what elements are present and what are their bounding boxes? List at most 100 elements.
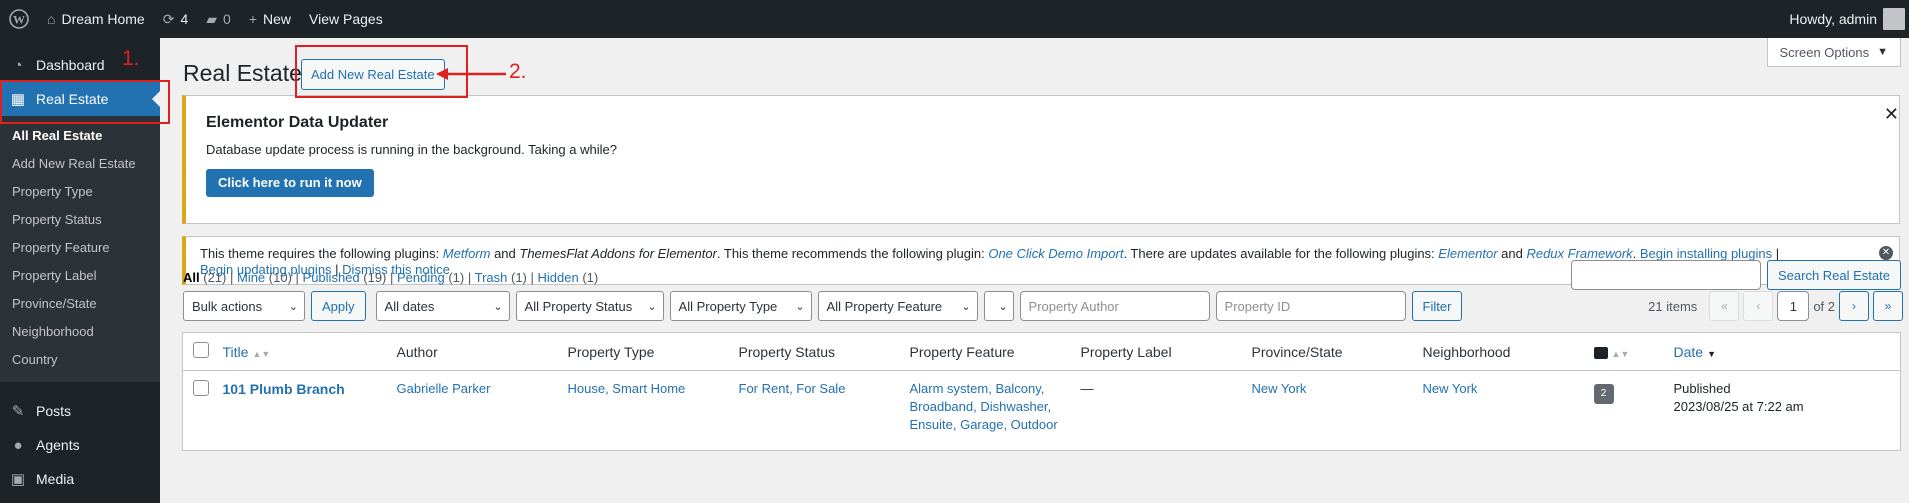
filter-button[interactable]: Filter [1411, 291, 1463, 321]
annotation-box-real-estate [0, 80, 170, 124]
row-checkbox[interactable] [193, 380, 209, 396]
view-pages-link[interactable]: View Pages [300, 0, 392, 38]
close-icon[interactable]: ✕ [1884, 104, 1899, 125]
screen-options-label: Screen Options [1779, 44, 1870, 60]
elementor-updater-notice: Elementor Data Updater Database update p… [182, 95, 1900, 224]
dashboard-icon: ◔ [13, 56, 23, 74]
submenu-item-property-type[interactable]: Property Type [0, 178, 160, 206]
search-box: Search Real Estate [1570, 260, 1901, 290]
select-all-checkbox[interactable] [193, 342, 209, 358]
menu-item-media[interactable]: ▣ Media [0, 462, 160, 496]
column-header-status: Property Status [728, 332, 900, 371]
property-type-select[interactable]: All Property Type ⌄ [669, 291, 812, 321]
bulk-actions-select[interactable]: Bulk actions ⌄ [183, 291, 305, 321]
property-status-link[interactable]: For Rent, For Sale [739, 381, 846, 396]
column-header-neighborhood: Neighborhood [1412, 332, 1584, 371]
plugin-link-one-click-demo[interactable]: One Click Demo Import [988, 246, 1123, 261]
feature-links[interactable]: Broadband, Dishwasher, [910, 398, 1061, 416]
run-updater-button[interactable]: Click here to run it now [206, 169, 374, 197]
submenu-item-add-new[interactable]: Add New Real Estate [0, 150, 160, 178]
property-author-input[interactable]: Property Author [1019, 291, 1210, 321]
submenu-item-property-label[interactable]: Property Label [0, 262, 160, 290]
howdy-label[interactable]: Howdy, admin [1789, 11, 1877, 27]
plugin-name: Elementor [1438, 246, 1498, 261]
notice-text: . [1632, 246, 1640, 261]
column-header-type: Property Type [557, 332, 729, 371]
submenu-item-property-status[interactable]: Property Status [0, 206, 160, 234]
plugin-name: Metform [442, 246, 491, 261]
feature-links[interactable]: Alarm system, Balcony, [910, 380, 1061, 398]
begin-installing-link[interactable]: Begin installing plugins [1640, 246, 1772, 261]
prev-page-button[interactable]: ‹ [1743, 291, 1774, 321]
pagination: 21 items « ‹ 1 of 2 › » [1648, 291, 1903, 321]
view-count: (1) [510, 270, 527, 285]
screen-options-button[interactable]: Screen Options ▼ [1766, 38, 1901, 67]
view-hidden[interactable]: Hidden [537, 270, 578, 285]
property-id-input[interactable]: Property ID [1215, 291, 1406, 321]
plugin-link-metform[interactable]: Metform [443, 246, 491, 261]
view-count: (1) [448, 270, 465, 285]
extra-filter-select[interactable]: ⌄ [983, 291, 1014, 321]
search-input[interactable] [1570, 260, 1761, 290]
admin-bar: W ⌂ Dream Home ⟳ 4 ▰ 0 + New View Pages … [0, 0, 1909, 38]
sort-by-title[interactable]: Title [223, 344, 249, 360]
wordpress-icon: W [9, 9, 29, 29]
plugin-link-elementor[interactable]: Elementor [1438, 246, 1497, 261]
view-count: (1) [582, 270, 599, 285]
next-page-button[interactable]: › [1839, 291, 1869, 321]
menu-item-agents[interactable]: ● Agents [0, 428, 160, 462]
province-link[interactable]: New York [1252, 381, 1307, 396]
author-link[interactable]: Gabrielle Parker [397, 381, 491, 396]
dismiss-icon[interactable]: ✕ [1879, 246, 1893, 260]
property-feature-select[interactable]: All Property Feature ⌄ [817, 291, 978, 321]
notice-title: Elementor Data Updater [206, 114, 389, 131]
column-header-province: Province/State [1241, 332, 1413, 371]
new-label: New [263, 11, 292, 27]
submenu-item-country[interactable]: Country [0, 346, 160, 374]
property-type-link[interactable]: House, Smart Home [568, 381, 686, 396]
submenu-item-all-real-estate[interactable]: All Real Estate [0, 122, 160, 150]
annotation-step-2: 2. [509, 60, 527, 83]
view-published[interactable]: Published [303, 270, 360, 285]
sort-by-date[interactable]: Date [1674, 344, 1704, 360]
new-content-link[interactable]: + New [240, 0, 300, 38]
menu-label-agents: Agents [36, 437, 80, 453]
select-value: All Property Status [524, 298, 633, 314]
search-button[interactable]: Search Real Estate [1766, 260, 1901, 290]
feature-links[interactable]: Ensuite, Garage, Outdoor [910, 416, 1061, 434]
submenu-item-province-state[interactable]: Province/State [0, 290, 160, 318]
property-status-select[interactable]: All Property Status ⌄ [515, 291, 664, 321]
view-pending[interactable]: Pending [397, 270, 445, 285]
row-title-link[interactable]: 101 Plumb Branch [223, 381, 345, 397]
comment-count-badge[interactable]: 2 [1593, 384, 1614, 404]
notice-message: Database update process is running in th… [206, 142, 617, 157]
site-name-link[interactable]: ⌂ Dream Home [38, 0, 154, 38]
wordpress-logo[interactable]: W [0, 0, 38, 38]
first-page-button[interactable]: « [1709, 291, 1740, 321]
dates-select[interactable]: All dates ⌄ [375, 291, 510, 321]
plugin-link-redux[interactable]: Redux Framework [1526, 246, 1632, 261]
caret-down-icon: ▼ [1877, 46, 1888, 58]
last-page-button[interactable]: » [1873, 291, 1903, 321]
apply-button[interactable]: Apply [311, 291, 366, 321]
submenu-item-neighborhood[interactable]: Neighborhood [0, 318, 160, 346]
neighborhood-link[interactable]: New York [1423, 381, 1478, 396]
view-all[interactable]: All [183, 270, 200, 285]
notice-text: and [490, 246, 520, 261]
column-header-date: Date [1673, 343, 1704, 360]
chevron-down-icon: ⌄ [647, 300, 657, 313]
refresh-icon: ⟳ [162, 10, 175, 27]
menu-item-posts[interactable]: ✎ Posts [0, 394, 160, 428]
view-trash[interactable]: Trash [475, 270, 508, 285]
comments-link[interactable]: ▰ 0 [197, 0, 240, 38]
sort-icon: ▲▼ [252, 348, 271, 359]
updates-link[interactable]: ⟳ 4 [154, 0, 198, 38]
property-label-value: — [1080, 381, 1094, 396]
submenu-item-property-feature[interactable]: Property Feature [0, 234, 160, 262]
notice-text: This theme requires the following plugin… [200, 246, 443, 261]
view-mine[interactable]: Mine [237, 270, 265, 285]
avatar[interactable] [1883, 8, 1905, 30]
current-page-input[interactable]: 1 [1777, 291, 1810, 321]
svg-text:W: W [13, 13, 25, 27]
sort-icon: ▲▼ [1611, 348, 1630, 359]
